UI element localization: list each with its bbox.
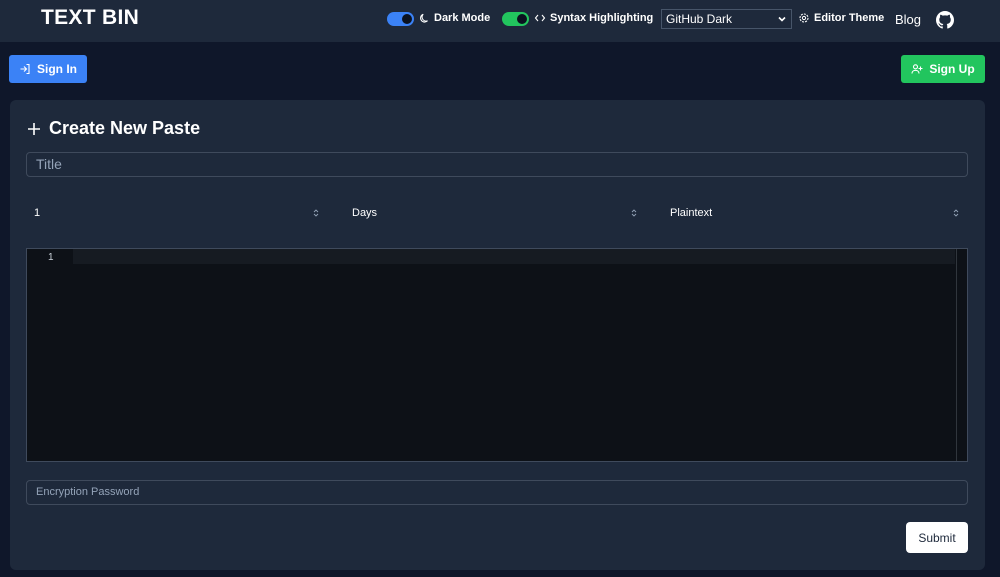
expiry-value-select[interactable]: 1 bbox=[26, 201, 328, 225]
dark-mode-label: Dark Mode bbox=[434, 12, 491, 24]
sign-up-button[interactable]: Sign Up bbox=[901, 55, 985, 83]
syntax-highlighting-label: Syntax Highlighting bbox=[550, 12, 654, 24]
expiry-unit-select[interactable]: Days bbox=[344, 201, 646, 225]
expiry-value: 1 bbox=[34, 207, 41, 219]
toggle-knob bbox=[517, 14, 527, 24]
title-input[interactable]: Title bbox=[26, 152, 968, 177]
language-select[interactable]: Plaintext bbox=[662, 201, 968, 225]
language-value: Plaintext bbox=[670, 207, 713, 219]
plus-icon bbox=[28, 122, 40, 135]
brand-logo[interactable]: TEXT BIN bbox=[41, 6, 139, 30]
blog-link[interactable]: Blog bbox=[895, 12, 921, 27]
chevron-up-down-icon bbox=[631, 209, 637, 217]
dark-mode-toggle[interactable] bbox=[387, 12, 414, 26]
card-title-text: Create New Paste bbox=[49, 118, 201, 138]
moon-icon bbox=[420, 13, 428, 23]
sign-in-icon bbox=[20, 63, 30, 75]
chevron-up-down-icon bbox=[953, 209, 959, 217]
gear-icon bbox=[799, 13, 809, 23]
create-paste-card: Create New Paste Title 1 Days Plaintext … bbox=[10, 100, 985, 570]
github-icon[interactable] bbox=[936, 11, 954, 29]
chevron-down-icon bbox=[778, 16, 786, 22]
code-editor[interactable]: 1 bbox=[26, 248, 968, 462]
user-plus-icon bbox=[911, 64, 923, 74]
sign-in-button[interactable]: Sign In bbox=[9, 55, 87, 83]
submit-button[interactable]: Submit bbox=[906, 522, 968, 553]
card-title: Create New Paste bbox=[27, 118, 200, 139]
top-navbar: TEXT BIN Dark Mode Syntax Highlighting G… bbox=[0, 0, 1000, 42]
vertical-scrollbar[interactable] bbox=[956, 249, 967, 461]
encryption-password-input[interactable]: Encryption Password bbox=[26, 480, 968, 505]
line-number: 1 bbox=[48, 252, 54, 263]
code-icon bbox=[534, 14, 546, 22]
syntax-highlighting-toggle[interactable] bbox=[502, 12, 529, 26]
sign-up-label: Sign Up bbox=[929, 62, 975, 76]
line-number-gutter: 1 bbox=[27, 249, 73, 461]
editor-theme-select[interactable]: GitHub Dark bbox=[661, 9, 792, 29]
sign-in-label: Sign In bbox=[37, 62, 77, 76]
expiry-unit: Days bbox=[352, 207, 378, 219]
chevron-up-down-icon bbox=[313, 209, 319, 217]
editor-theme-value: GitHub Dark bbox=[666, 12, 733, 26]
active-line-highlight bbox=[73, 249, 955, 264]
toggle-knob bbox=[402, 14, 412, 24]
editor-theme-label: Editor Theme bbox=[814, 12, 885, 24]
